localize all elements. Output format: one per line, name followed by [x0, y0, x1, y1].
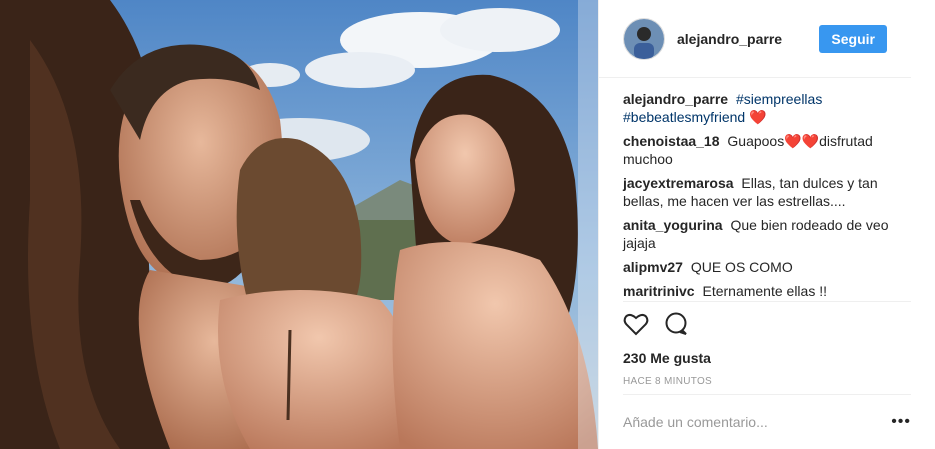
post-side-panel: alejandro_parre Seguir alejandro_parre #…: [598, 0, 935, 449]
heart-emoji: ❤️❤️: [784, 133, 820, 149]
comment-text: QUE OS COMO: [690, 259, 793, 275]
post-header: alejandro_parre Seguir: [599, 0, 911, 78]
likes-count[interactable]: 230 Me gusta: [599, 342, 935, 366]
add-comment-bar: Añade un comentario... •••: [623, 394, 911, 449]
list-item: alipmv27 QUE OS COMO: [623, 258, 911, 276]
comment-username[interactable]: anita_yogurina: [623, 217, 723, 233]
list-item: anita_yogurina Que bien rodeado de veo j…: [623, 216, 911, 252]
list-item: alejandro_parre #siempreellas #bebeatles…: [623, 90, 911, 126]
hashtag-link[interactable]: #bebeatlesmyfriend: [623, 109, 745, 125]
comments-list: alejandro_parre #siempreellas #bebeatles…: [599, 78, 935, 301]
comment-text: Guapoos: [727, 133, 785, 149]
comment-username[interactable]: maritrinivc: [623, 283, 695, 299]
add-comment-input[interactable]: Añade un comentario...: [623, 414, 891, 430]
post-username[interactable]: alejandro_parre: [677, 31, 819, 47]
hashtag-link[interactable]: #siempreellas: [736, 91, 822, 107]
avatar[interactable]: [623, 17, 665, 60]
post-photo[interactable]: [0, 0, 598, 449]
comment-username[interactable]: alejandro_parre: [623, 91, 728, 107]
list-item: jacyextremarosa Ellas, tan dulces y tan …: [623, 174, 911, 210]
list-item: chenoistaa_18 Guapoos❤️❤️disfrutad mucho…: [623, 132, 911, 168]
heart-emoji: ❤️: [749, 109, 767, 125]
comment-username[interactable]: alipmv27: [623, 259, 683, 275]
comment-bubble-icon[interactable]: [663, 312, 689, 341]
list-item: maritrinivc Eternamente ellas !!: [623, 282, 911, 300]
like-heart-icon[interactable]: [623, 312, 649, 341]
post-timestamp[interactable]: HACE 8 MINUTOS: [599, 366, 935, 387]
action-bar: [623, 301, 911, 342]
more-options-icon[interactable]: •••: [891, 413, 911, 431]
comment-username[interactable]: chenoistaa_18: [623, 133, 720, 149]
comment-username[interactable]: jacyextremarosa: [623, 175, 734, 191]
comment-text: Eternamente ellas !!: [702, 283, 827, 299]
follow-button[interactable]: Seguir: [819, 24, 887, 53]
